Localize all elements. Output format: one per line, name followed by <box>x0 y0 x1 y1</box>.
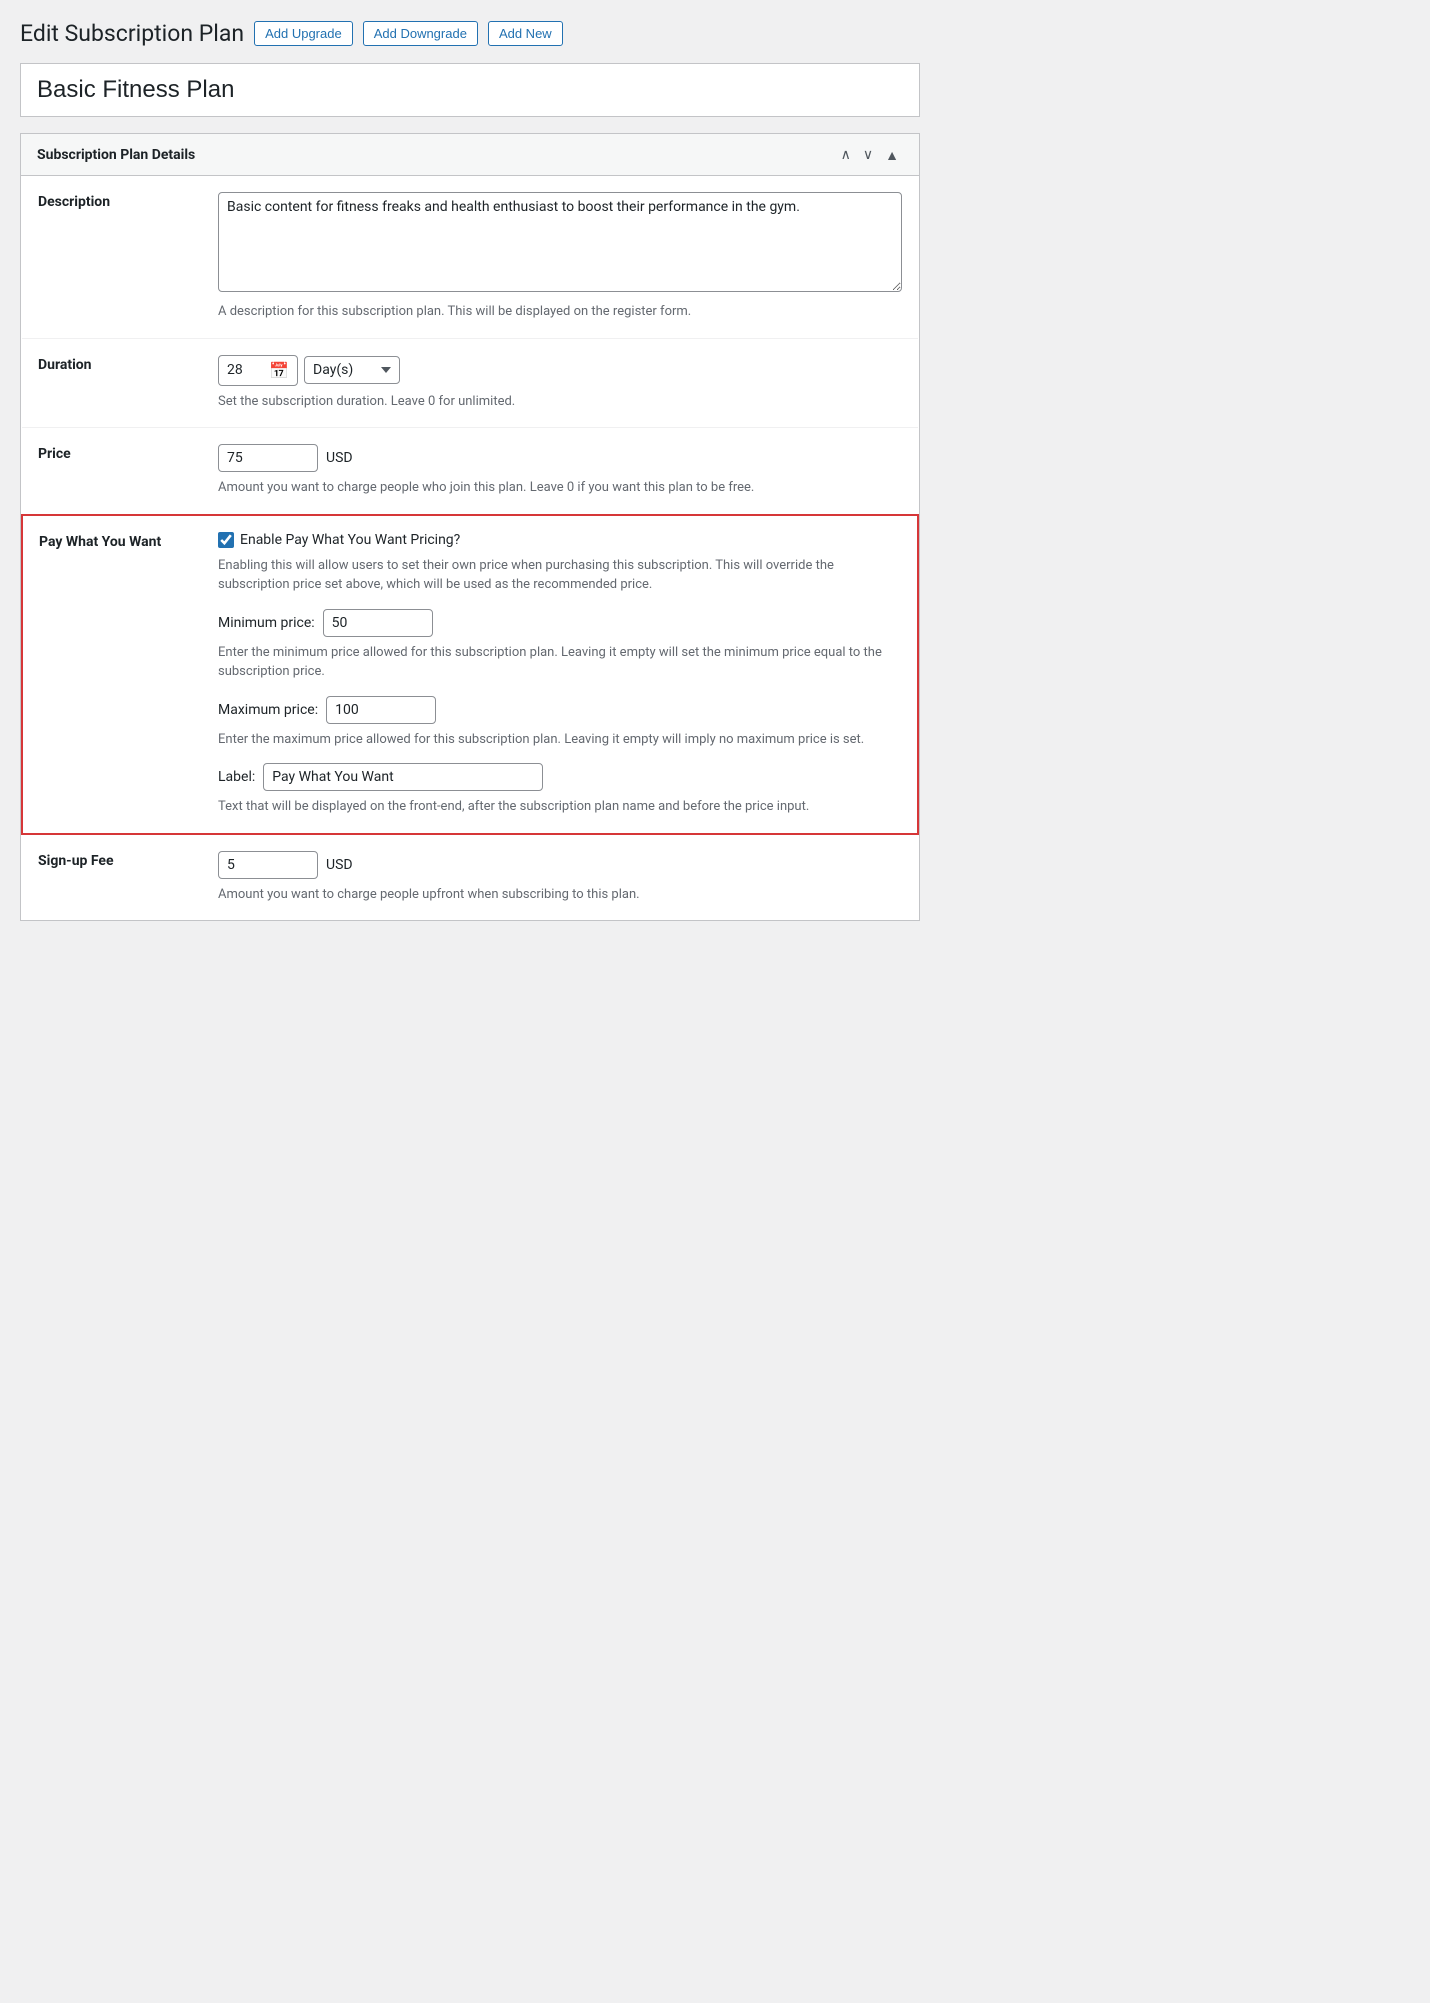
pwyw-cell: Enable Pay What You Want Pricing? Enabli… <box>202 515 918 834</box>
add-new-button[interactable]: Add New <box>488 21 563 46</box>
label-field-label: Label: <box>218 769 255 785</box>
description-label: Description <box>22 176 202 338</box>
price-input[interactable] <box>218 444 318 472</box>
max-price-field: Maximum price: <box>218 696 901 724</box>
price-help: Amount you want to charge people who joi… <box>218 478 902 498</box>
duration-help: Set the subscription duration. Leave 0 f… <box>218 392 902 412</box>
subscription-plan-details-section: Subscription Plan Details ∧ ∨ ▲ Descript… <box>20 133 920 921</box>
max-price-help: Enter the maximum price allowed for this… <box>218 730 901 750</box>
signup-fee-currency: USD <box>326 857 353 873</box>
price-wrap: USD <box>218 444 902 472</box>
add-downgrade-button[interactable]: Add Downgrade <box>363 21 478 46</box>
description-row: Description Basic content for fitness fr… <box>22 176 918 338</box>
price-currency: USD <box>326 450 353 466</box>
duration-unit-select[interactable]: Day(s) Week(s) Month(s) Year(s) <box>304 356 400 384</box>
section-controls: ∧ ∨ ▲ <box>837 144 903 165</box>
min-price-input[interactable] <box>323 609 433 637</box>
signup-fee-help: Amount you want to charge people upfront… <box>218 885 902 905</box>
signup-fee-wrap: USD <box>218 851 902 879</box>
label-field-help: Text that will be displayed on the front… <box>218 797 901 817</box>
duration-number-input[interactable] <box>227 362 263 378</box>
signup-fee-input[interactable] <box>218 851 318 879</box>
page-title: Edit Subscription Plan <box>20 20 244 47</box>
collapse-down-button[interactable]: ∨ <box>859 144 877 165</box>
plan-name-wrapper <box>20 63 920 117</box>
pwyw-checkbox-wrap: Enable Pay What You Want Pricing? <box>218 532 901 548</box>
max-price-label: Maximum price: <box>218 702 318 718</box>
pwyw-description: Enabling this will allow users to set th… <box>218 556 901 595</box>
page-header: Edit Subscription Plan Add Upgrade Add D… <box>20 20 920 47</box>
form-table: Description Basic content for fitness fr… <box>21 176 919 920</box>
signup-fee-row: Sign-up Fee USD Amount you want to charg… <box>22 834 918 921</box>
min-price-field: Minimum price: <box>218 609 901 637</box>
add-upgrade-button[interactable]: Add Upgrade <box>254 21 353 46</box>
price-row: Price USD Amount you want to charge peop… <box>22 428 918 515</box>
plan-name-input[interactable] <box>37 76 903 104</box>
calendar-icon: 📅 <box>269 361 289 380</box>
duration-cell: 📅 Day(s) Week(s) Month(s) Year(s) Set th… <box>202 338 918 428</box>
description-help: A description for this subscription plan… <box>218 302 902 322</box>
collapse-up-button[interactable]: ∧ <box>837 144 855 165</box>
signup-fee-label: Sign-up Fee <box>22 834 202 921</box>
price-cell: USD Amount you want to charge people who… <box>202 428 918 515</box>
section-title: Subscription Plan Details <box>37 147 195 163</box>
price-label: Price <box>22 428 202 515</box>
max-price-input[interactable] <box>326 696 436 724</box>
min-price-help: Enter the minimum price allowed for this… <box>218 643 901 682</box>
collapse-arrow-button[interactable]: ▲ <box>881 145 903 165</box>
pwyw-checkbox[interactable] <box>218 532 234 548</box>
description-textarea[interactable]: Basic content for fitness freaks and hea… <box>218 192 902 292</box>
duration-wrap: 📅 Day(s) Week(s) Month(s) Year(s) <box>218 355 902 386</box>
label-field: Label: <box>218 763 901 791</box>
signup-fee-cell: USD Amount you want to charge people upf… <box>202 834 918 921</box>
pwyw-row: Pay What You Want Enable Pay What You Wa… <box>22 515 918 834</box>
description-cell: Basic content for fitness freaks and hea… <box>202 176 918 338</box>
duration-row: Duration 📅 Day(s) Week(s) Month(s) Year(… <box>22 338 918 428</box>
pwyw-label: Pay What You Want <box>22 515 202 834</box>
pwyw-checkbox-label[interactable]: Enable Pay What You Want Pricing? <box>240 532 460 548</box>
label-field-input[interactable] <box>263 763 543 791</box>
duration-label: Duration <box>22 338 202 428</box>
duration-number-wrap: 📅 <box>218 355 298 386</box>
section-header: Subscription Plan Details ∧ ∨ ▲ <box>21 134 919 176</box>
min-price-label: Minimum price: <box>218 615 315 631</box>
